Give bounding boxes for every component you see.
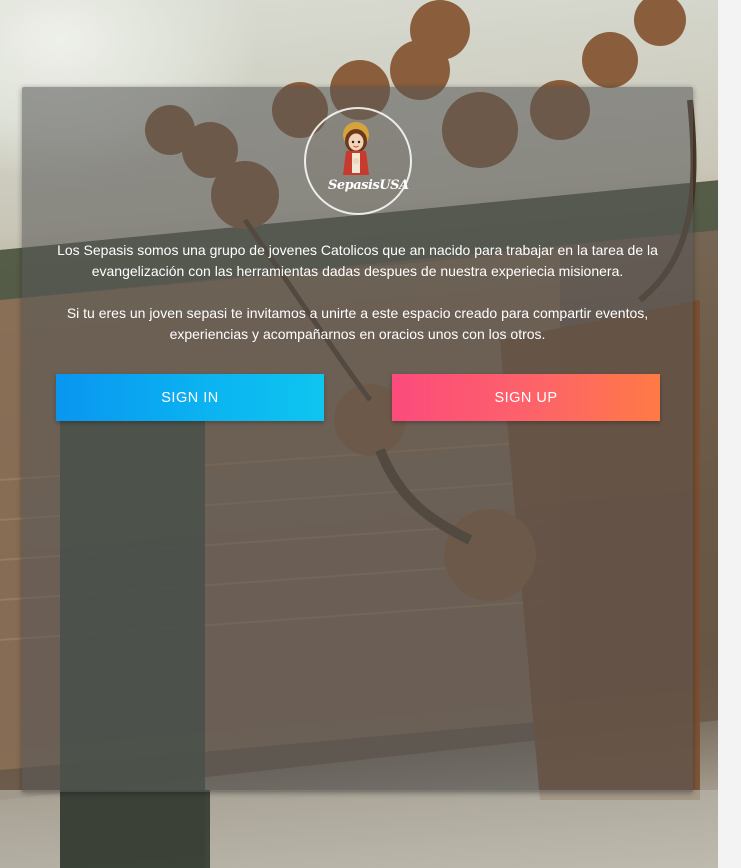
- description-paragraph-2: Si tu eres un joven sepasi te invitamos …: [66, 305, 649, 342]
- sign-in-button[interactable]: SIGN IN: [56, 374, 324, 421]
- logo-wordmark: SepasisUSA: [328, 178, 409, 193]
- saint-figure-icon: [343, 122, 369, 175]
- page-edge-strip: [718, 0, 741, 868]
- description: Los Sepasis somos una grupo de jovenes C…: [42, 240, 673, 366]
- sign-up-button[interactable]: SIGN UP: [392, 374, 660, 421]
- sepasis-logo: SepasisUSA: [304, 107, 412, 215]
- description-paragraph-1: Los Sepasis somos una grupo de jovenes C…: [57, 242, 658, 279]
